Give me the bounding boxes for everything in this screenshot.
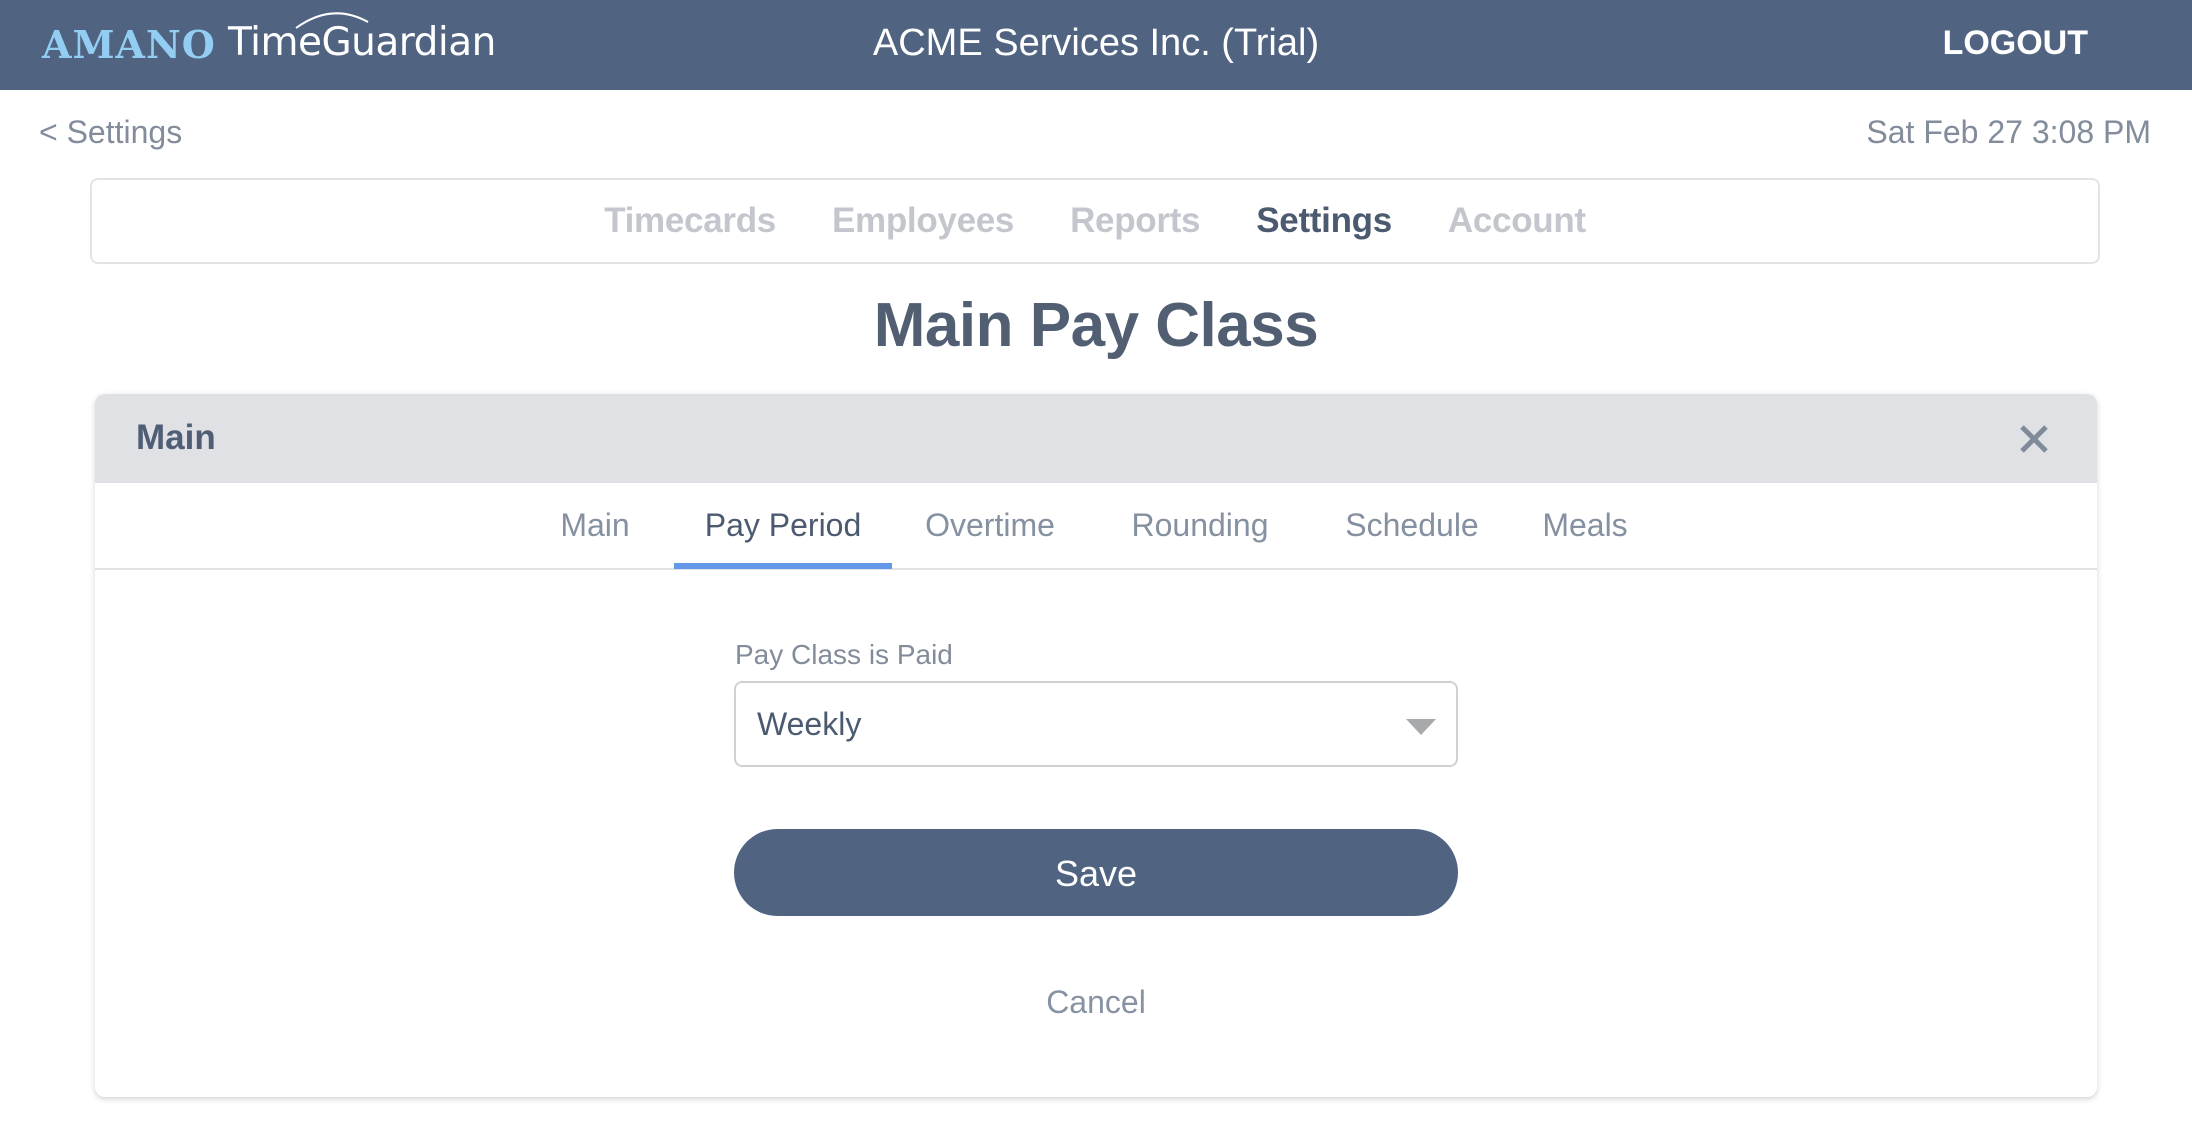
active-tab-indicator — [674, 563, 892, 569]
tab-label: Meals — [1542, 507, 1628, 543]
tab-label: Pay Period — [704, 507, 862, 543]
pay-class-card: Main Main Pay Period Overtime Rounding S… — [95, 394, 2097, 1097]
chevron-down-icon — [1406, 719, 1436, 735]
card-title: Main — [136, 418, 216, 457]
tab-rounding[interactable]: Rounding — [1125, 483, 1275, 570]
current-datetime: Sat Feb 27 3:08 PM — [1866, 114, 2151, 150]
pay-class-paid-select[interactable]: Weekly — [734, 681, 1458, 767]
tab-pay-period[interactable]: Pay Period — [674, 483, 892, 570]
logout-button[interactable]: LOGOUT — [1943, 24, 2088, 63]
tab-label: Schedule — [1345, 507, 1479, 543]
card-header: Main — [95, 394, 2097, 483]
tab-overtime[interactable]: Overtime — [915, 483, 1065, 570]
tab-schedule[interactable]: Schedule — [1331, 483, 1493, 570]
tab-meals[interactable]: Meals — [1535, 483, 1635, 570]
main-nav: Timecards Employees Reports Settings Acc… — [90, 178, 2100, 264]
tab-label: Main — [560, 507, 630, 543]
nav-item-account[interactable]: Account — [1448, 201, 1586, 241]
pay-class-paid-label: Pay Class is Paid — [735, 639, 953, 670]
close-icon[interactable] — [2017, 422, 2051, 456]
card-tabs: Main Pay Period Overtime Rounding Schedu… — [95, 483, 2097, 570]
nav-item-timecards[interactable]: Timecards — [604, 201, 776, 241]
top-bar: AMANO TimeGuardian ACME Services Inc. (T… — [0, 0, 2192, 90]
nav-item-reports[interactable]: Reports — [1070, 201, 1200, 241]
tab-label: Overtime — [925, 507, 1055, 543]
select-value: Weekly — [757, 706, 862, 742]
company-name: ACME Services Inc. (Trial) — [872, 22, 1320, 64]
tab-label: Rounding — [1131, 507, 1269, 543]
nav-item-employees[interactable]: Employees — [832, 201, 1014, 241]
cancel-button[interactable]: Cancel — [734, 984, 1458, 1021]
page-title: Main Pay Class — [873, 291, 1319, 360]
nav-item-settings[interactable]: Settings — [1256, 201, 1392, 241]
back-to-settings-link[interactable]: < Settings — [39, 114, 182, 151]
tab-main[interactable]: Main — [540, 483, 650, 570]
save-button[interactable]: Save — [734, 829, 1458, 916]
